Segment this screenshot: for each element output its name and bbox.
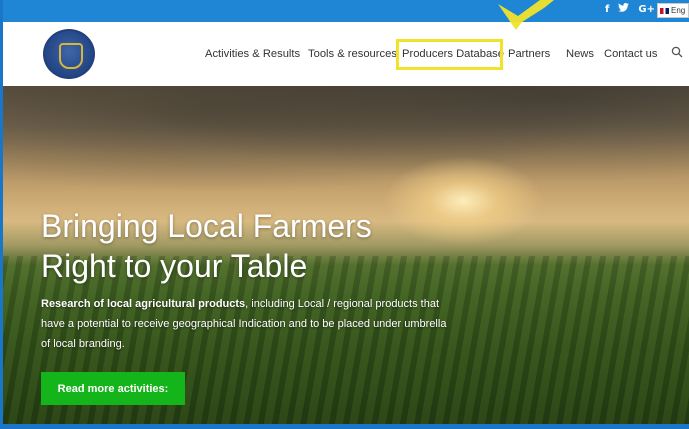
nav-item-partners[interactable]: Partners [508, 48, 550, 60]
social-links: f G+ [605, 3, 655, 15]
hero-title-line1: Bringing Local Farmers [41, 208, 372, 244]
facebook-icon[interactable]: f [605, 4, 609, 15]
nav-item-news[interactable]: News [566, 48, 594, 60]
read-more-activities-button[interactable]: Read more activities: [41, 372, 185, 405]
hero-description-bold: Research of local agricultural products [41, 298, 246, 310]
producers-database-highlight [396, 39, 503, 70]
main-nav: Activities & Results Tools & resources P… [3, 22, 689, 86]
nav-item-activities-results[interactable]: Activities & Results [205, 48, 300, 60]
twitter-icon[interactable] [618, 3, 630, 15]
language-selector[interactable]: Eng [657, 3, 689, 18]
uk-flag-icon [660, 7, 669, 14]
hero-clouds [3, 86, 689, 206]
top-bar: f G+ Eng [3, 0, 689, 22]
hero-description: Research of local agricultural products,… [41, 294, 451, 354]
language-label: Eng [671, 6, 686, 15]
google-plus-icon[interactable]: G+ [638, 4, 655, 15]
hero-banner: Bringing Local Farmers Right to your Tab… [3, 86, 689, 424]
hero-title-line2: Right to your Table [41, 248, 308, 284]
nav-item-contact-us[interactable]: Contact us [604, 48, 657, 60]
bottom-frame [0, 424, 689, 429]
yellow-arrow-icon [498, 0, 554, 30]
twitter-bird-icon [618, 3, 630, 12]
hero-title: Bringing Local Farmers Right to your Tab… [41, 206, 501, 286]
nav-item-tools-resources[interactable]: Tools & resources [308, 48, 397, 60]
site-header: Activities & Results Tools & resources P… [3, 22, 689, 86]
search-icon[interactable] [671, 46, 683, 58]
